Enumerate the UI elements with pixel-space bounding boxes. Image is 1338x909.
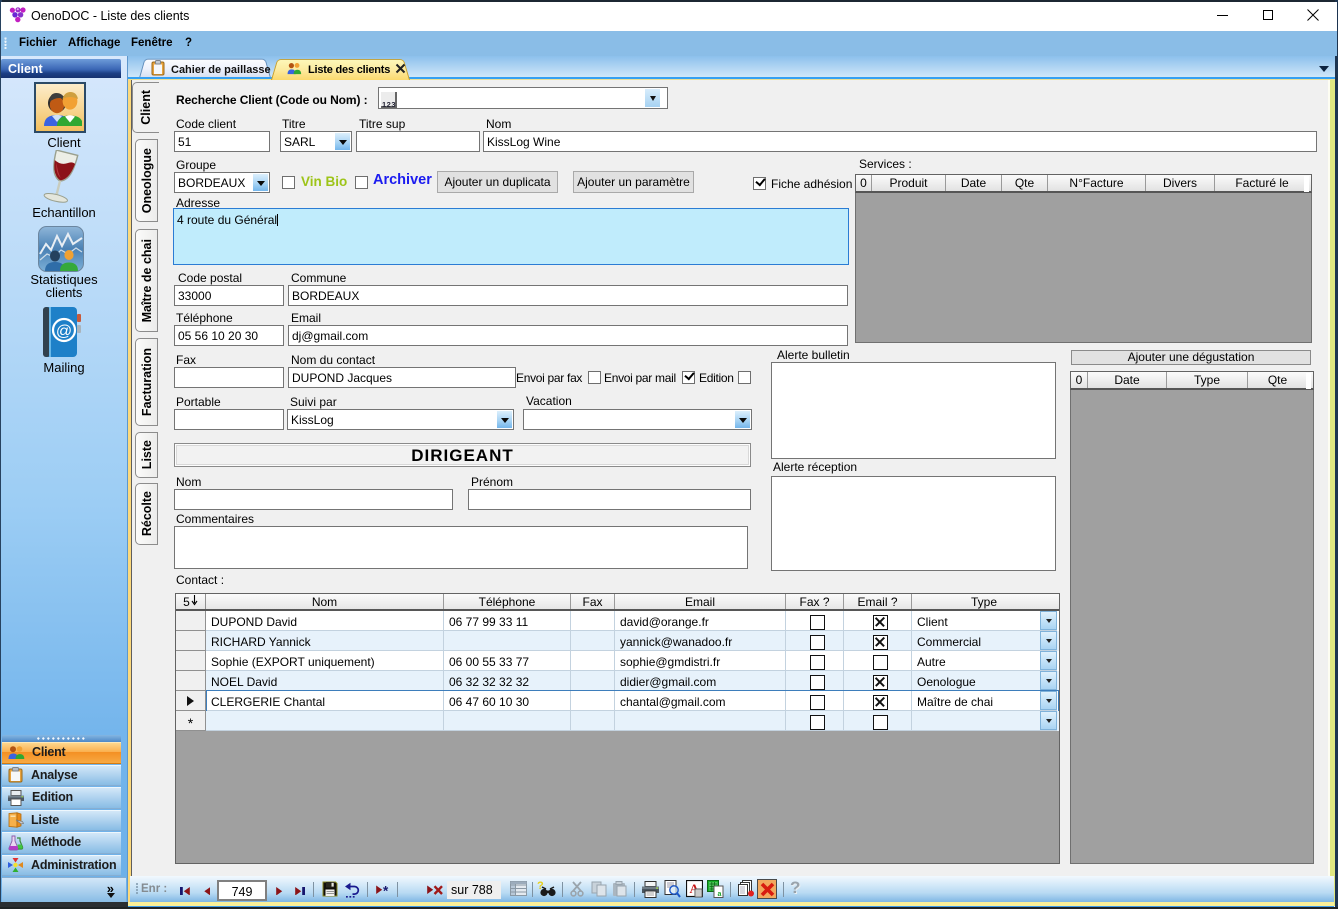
svg-text:*: * bbox=[383, 884, 389, 896]
svg-text:@: @ bbox=[56, 323, 72, 340]
svg-text:a: a bbox=[718, 891, 722, 898]
